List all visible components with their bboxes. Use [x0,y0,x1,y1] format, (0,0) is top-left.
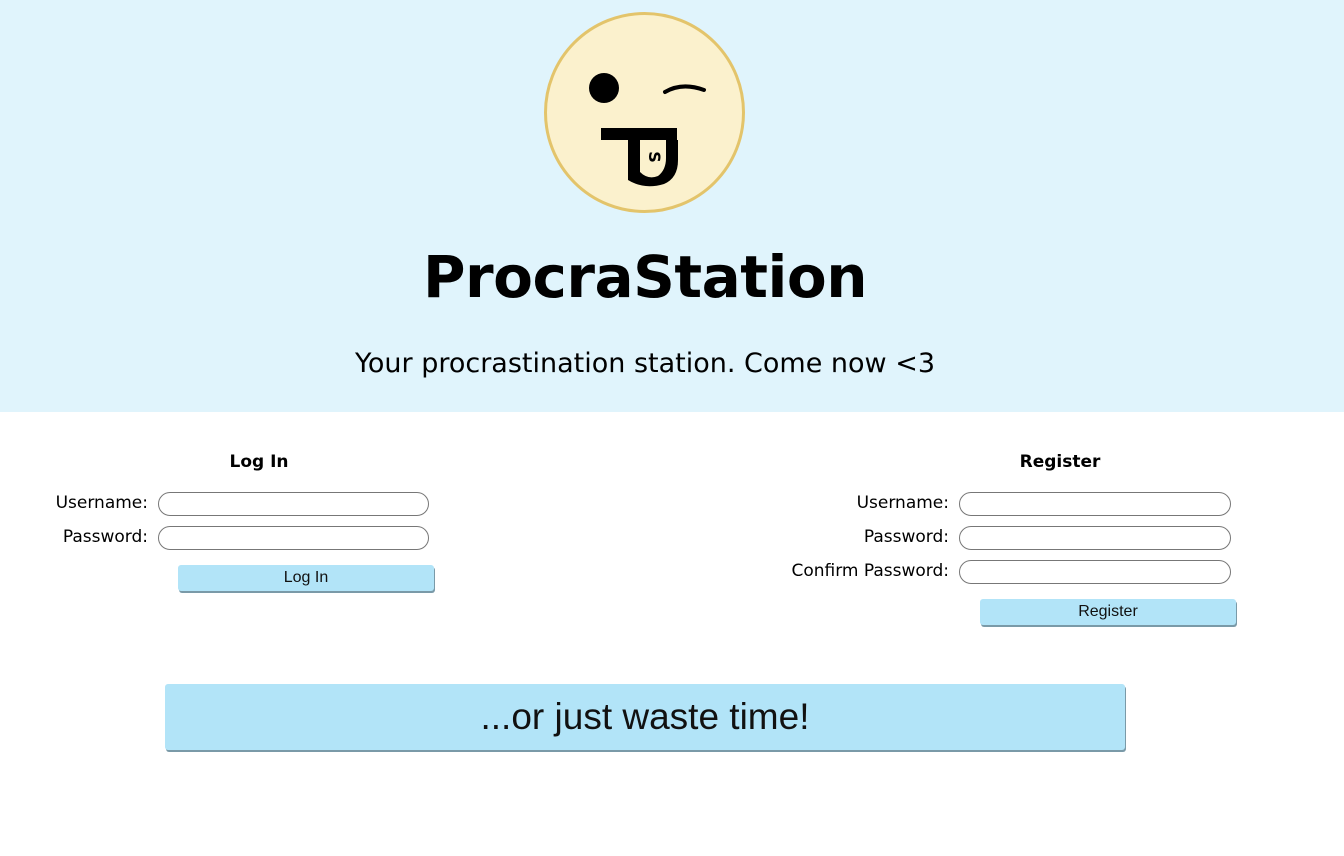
register-username-input[interactable] [959,492,1231,516]
register-username-label: Username: [856,493,949,513]
register-heading: Register [1019,452,1101,472]
app-title: ProcraStation [423,243,867,311]
login-button[interactable]: Log In [178,565,434,591]
login-username-label: Username: [55,493,148,513]
register-confirm-password-label: Confirm Password: [791,561,949,581]
logo-tongue-letter: S [645,151,664,163]
register-button[interactable]: Register [980,599,1236,625]
register-password-label: Password: [863,527,949,547]
login-password-input[interactable] [158,526,429,550]
register-password-input[interactable] [959,526,1231,550]
waste-time-button[interactable]: ...or just waste time! [165,684,1125,750]
login-heading: Log In [229,452,289,472]
login-username-input[interactable] [158,492,429,516]
register-confirm-password-input[interactable] [959,560,1231,584]
hero-banner: S ProcraStation Your procrastination sta… [0,0,1344,412]
tagline: Your procrastination station. Come now <… [354,348,936,379]
login-password-label: Password: [62,527,148,547]
winking-tongue-face-icon: S [544,12,745,213]
